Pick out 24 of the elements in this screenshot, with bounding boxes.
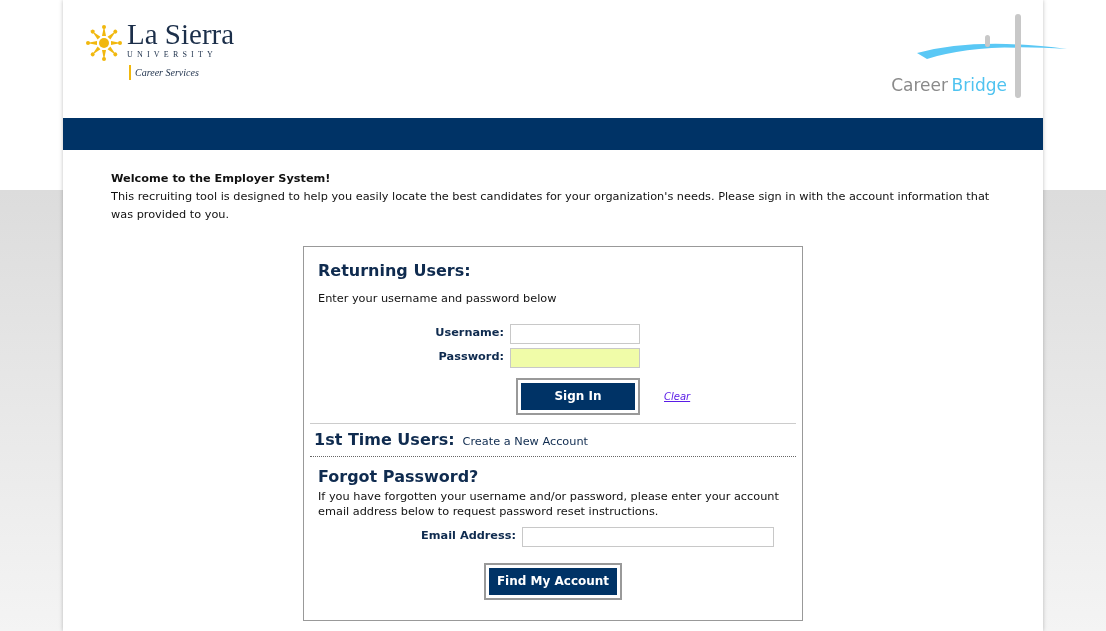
sun-logo-icon xyxy=(85,24,123,62)
brand-word: Bridge xyxy=(951,74,1007,95)
field-label: Email Address: xyxy=(420,528,517,545)
welcome-text: This recruiting tool is designed to help you easily locate the best candidates for your organization's needs. Please sign in with the account information that was provided to you. xyxy=(111,189,991,223)
find-account-button[interactable]: Find My Account xyxy=(488,567,618,595)
logo-name: La Sierra xyxy=(127,20,235,49)
welcome-title: Welcome to the Employer System! xyxy=(111,171,332,187)
section-title: Forgot Password? xyxy=(318,465,480,488)
instruction-text: Enter your username and password below xyxy=(318,291,558,307)
field-label: Username: xyxy=(434,325,505,342)
logo-tagline: Career Services xyxy=(129,65,235,80)
forgot-text: If you have forgotten your username and/or password, please enter your account email address below to request password reset instructions. xyxy=(318,488,780,519)
input-field[interactable] xyxy=(510,347,640,368)
field-label: Password: xyxy=(437,349,505,366)
sign-in-button[interactable]: Sign In xyxy=(521,382,635,410)
brand-word: Career xyxy=(891,74,948,95)
pillar-icon xyxy=(1015,14,1021,98)
email-field[interactable] xyxy=(522,526,774,547)
section-title: Returning Users: xyxy=(318,260,472,282)
section-title: 1st Time Users: xyxy=(314,428,455,451)
clear-link[interactable]: Clear xyxy=(664,388,691,404)
input-field[interactable] xyxy=(510,323,640,344)
logo-subname: UNIVERSITY xyxy=(127,49,218,61)
create-account-link[interactable]: Create a New Account xyxy=(462,433,589,451)
